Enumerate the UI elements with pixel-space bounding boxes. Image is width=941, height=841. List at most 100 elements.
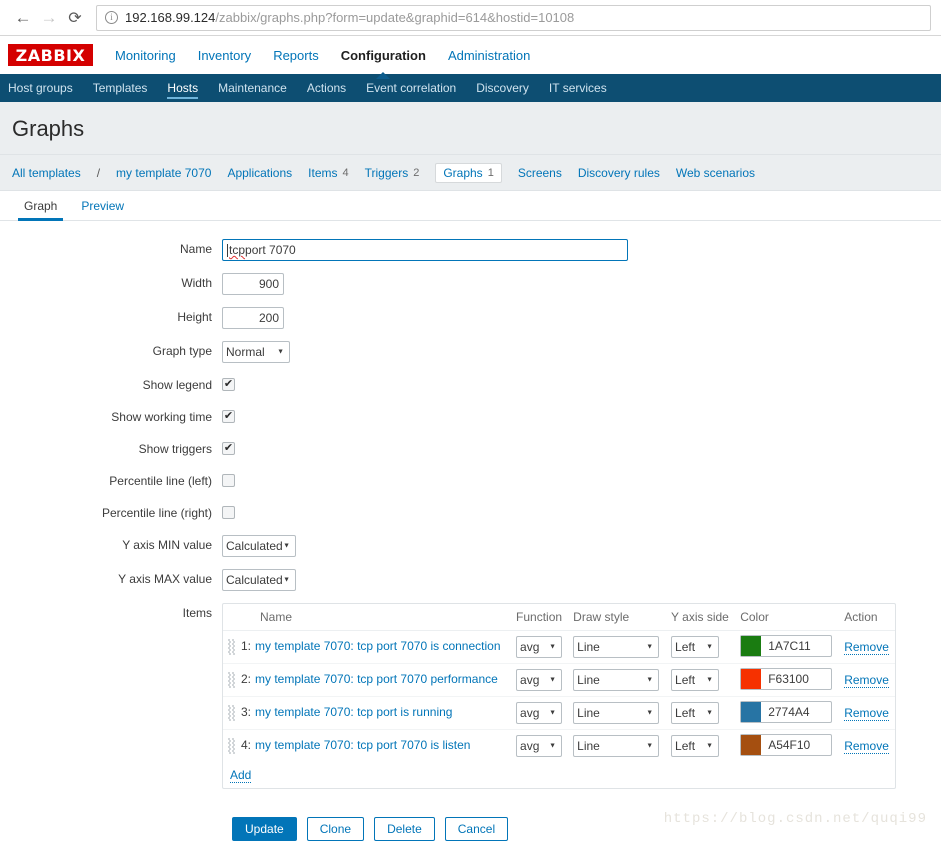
function-cell: avg [511,730,568,763]
y-axis-side-select[interactable]: Left [671,636,720,658]
nav-inventory[interactable]: Inventory [198,46,251,65]
tab-graph[interactable]: Graph [12,191,69,221]
drag-handle-icon[interactable] [228,639,235,655]
url-text: 192.168.99.124/zabbix/graphs.php?form=up… [125,10,574,25]
page-wrapper: Graphs All templates / my template 7070 … [0,102,941,841]
info-icon[interactable]: i [105,11,118,24]
address-bar[interactable]: i 192.168.99.124/zabbix/graphs.php?form=… [96,4,931,31]
breadcrumb-all-templates[interactable]: All templates [12,166,81,180]
percentile-left-label: Percentile line (left) [109,474,212,488]
item-link[interactable]: my template 7070: tcp port 7070 performa… [255,672,498,686]
drag-handle-icon[interactable] [228,672,235,688]
add-item-link[interactable]: Add [230,768,252,783]
item-link[interactable]: my template 7070: tcp port 7070 is liste… [255,738,470,752]
tab-preview[interactable]: Preview [69,191,136,220]
nav-administration[interactable]: Administration [448,46,530,65]
name-input[interactable]: tcp port 7070 [222,239,628,261]
update-button[interactable]: Update [232,817,297,841]
y-axis-side-select[interactable]: Left [671,669,720,691]
subnav-templates[interactable]: Templates [93,74,148,102]
form-row-width: Width [0,273,941,295]
breadcrumb-discovery-rules[interactable]: Discovery rules [578,166,660,180]
draw-style-select[interactable]: Line [573,669,660,691]
subnav-maintenance[interactable]: Maintenance [218,74,287,102]
function-select[interactable]: avg [516,669,563,691]
back-arrow-icon[interactable]: ← [10,5,36,31]
remove-link[interactable]: Remove [844,673,889,688]
breadcrumb-separator: / [96,166,101,180]
draw-style-select[interactable]: Line [573,702,660,724]
y-max-label: Y axis MAX value [118,572,212,586]
show-triggers-checkbox[interactable]: ✔ [222,442,235,455]
remove-link[interactable]: Remove [844,739,889,754]
subnav-host-groups[interactable]: Host groups [8,74,73,102]
breadcrumb-items[interactable]: Items 4 [308,166,348,180]
item-link[interactable]: my template 7070: tcp port 7070 is conne… [255,639,500,653]
color-picker[interactable]: F63100 [740,668,833,690]
y-min-select[interactable]: Calculated [222,535,296,557]
y-axis-side-select[interactable]: Left [671,735,720,757]
remove-link[interactable]: Remove [844,640,889,655]
draw-style-select-wrap: Line [573,735,660,757]
draw-style-select[interactable]: Line [573,735,660,757]
remove-link[interactable]: Remove [844,706,889,721]
color-picker[interactable]: 2774A4 [740,701,833,723]
subnav-it-services[interactable]: IT services [549,74,607,102]
col-header-action: Action [839,604,895,631]
reload-icon[interactable]: ⟳ [62,5,88,31]
delete-button[interactable]: Delete [374,817,435,841]
breadcrumb-applications[interactable]: Applications [227,166,292,180]
breadcrumb-graphs-link[interactable]: Graphs [443,166,482,180]
percentile-left-checkbox[interactable] [222,474,235,487]
draw-style-select[interactable]: Line [573,636,660,658]
height-input[interactable] [222,307,284,329]
subnav-hosts[interactable]: Hosts [167,74,198,102]
function-select[interactable]: avg [516,735,563,757]
color-picker[interactable]: A54F10 [740,734,833,756]
graph-type-label: Graph type [152,344,212,358]
subnav-discovery[interactable]: Discovery [476,74,529,102]
items-table-body: 1: my template 7070: tcp port 7070 is con… [223,630,895,763]
width-input[interactable] [222,273,284,295]
breadcrumb-web-scenarios[interactable]: Web scenarios [676,166,755,180]
graph-type-select[interactable]: Normal [222,341,290,363]
draw-style-cell: Line [568,663,667,697]
cancel-button[interactable]: Cancel [444,817,509,841]
draw-style-select-wrap: Line [573,702,660,724]
breadcrumb-screens[interactable]: Screens [518,166,562,180]
breadcrumb-graphs-selected[interactable]: Graphs 1 [435,163,502,183]
y-max-select[interactable]: Calculated [222,569,296,591]
breadcrumb-items-link[interactable]: Items [308,166,337,180]
breadcrumb-template-name[interactable]: my template 7070 [116,166,211,180]
nav-configuration[interactable]: Configuration [341,46,426,65]
col-header-name: Name [223,604,512,631]
show-legend-checkbox[interactable]: ✔ [222,378,235,391]
drag-handle-icon[interactable] [228,705,235,721]
subnav-event-correlation[interactable]: Event correlation [366,74,456,102]
form-row-show-legend: Show legend ✔ [0,375,941,395]
function-select-wrap: avg [516,702,563,724]
page-title: Graphs [0,102,941,155]
color-cell: 1A7C11 [735,630,840,664]
zabbix-logo[interactable]: ZABBIX [8,44,93,66]
color-cell: A54F10 [735,730,839,763]
clone-button[interactable]: Clone [306,817,365,841]
breadcrumb-triggers-link[interactable]: Triggers [365,166,409,180]
function-select[interactable]: avg [516,702,563,724]
action-cell: Remove [839,730,895,763]
function-select[interactable]: avg [516,636,563,658]
item-link[interactable]: my template 7070: tcp port is running [255,705,452,719]
nav-reports[interactable]: Reports [273,46,319,65]
color-picker[interactable]: 1A7C11 [740,635,833,657]
browser-toolbar: ← → ⟳ i 192.168.99.124/zabbix/graphs.php… [0,0,941,36]
nav-monitoring[interactable]: Monitoring [115,46,176,65]
y-axis-side-select[interactable]: Left [671,702,720,724]
row-index: 1: [241,639,252,654]
graph-form: Name tcp port 7070 Width Height [0,221,941,841]
percentile-right-checkbox[interactable] [222,506,235,519]
show-working-time-checkbox[interactable]: ✔ [222,410,235,423]
drag-handle-icon[interactable] [228,738,235,754]
subnav-actions[interactable]: Actions [307,74,346,102]
breadcrumb-triggers[interactable]: Triggers 2 [365,166,420,180]
color-swatch [741,702,762,722]
